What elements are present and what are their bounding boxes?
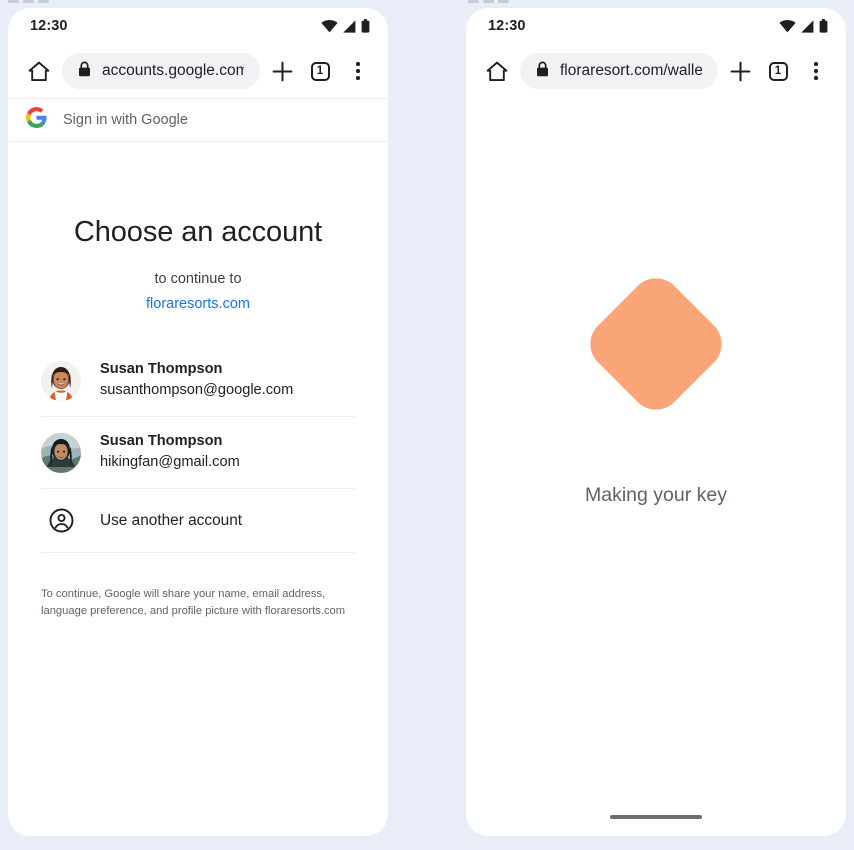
phone-screen-right: 12:30 floraresort.com/wallet- 1 Making y… [466,8,846,836]
crumb-mark [8,0,19,3]
cropped-status-bar-remnant-right [468,0,509,5]
overflow-menu-icon[interactable] [800,54,832,88]
account-name: Susan Thompson [100,361,223,377]
use-another-account-button[interactable]: Use another account [41,489,355,554]
account-name: Susan Thompson [100,433,223,450]
status-time: 12:30 [30,18,68,34]
google-g-icon [26,107,47,133]
lock-icon [536,61,549,82]
use-another-account-label: Use another account [100,511,243,529]
home-icon[interactable] [480,54,514,88]
wifi-icon [321,19,338,33]
account-option-1[interactable]: Susan Thompson hikingfan@gmail.com [41,417,355,490]
crumb-mark [468,0,479,3]
dot [814,62,818,66]
tab-count-value: 1 [310,61,330,81]
cell-signal-icon [343,19,356,33]
status-time: 12:30 [488,18,526,34]
home-indicator [610,815,702,819]
overflow-dots [356,62,360,80]
cropped-status-bar-remnant-left [8,0,49,5]
crumb-mark [498,0,509,3]
battery-icon [361,19,370,33]
plus-icon[interactable] [724,54,756,88]
account-list: Susan Thompson susanthompson@google.com [41,345,355,554]
continue-to-label: to continue to [154,271,242,287]
tab-count-button[interactable]: 1 [304,54,336,88]
home-icon[interactable] [22,54,56,88]
avatar [41,432,81,473]
dot [356,62,360,66]
dot [356,69,360,73]
rounded-diamond-key-icon [579,267,733,421]
status-bar-left: 12:30 [8,8,388,44]
making-key-screen: Making your key [466,98,846,836]
status-icon-group [321,19,370,33]
crumb-mark [483,0,494,3]
dot [814,76,818,80]
overflow-menu-icon[interactable] [342,54,374,88]
battery-icon [819,19,828,33]
account-text: Susan Thompson hikingfan@gmail.com [100,431,240,474]
browser-toolbar-right: floraresort.com/wallet- 1 [466,44,846,98]
app-domain-link[interactable]: floraresorts.com [41,296,355,312]
url-bar-right[interactable]: floraresort.com/wallet- [520,53,718,89]
sign-in-with-google-label: Sign in with Google [63,112,188,128]
status-bar-right: 12:30 [466,8,846,44]
account-text: Susan Thompson susanthompson@google.com [100,359,293,402]
sign-in-with-google-header: Sign in with Google [8,98,388,142]
phone-screen-left: 12:30 accounts.google.com 1 Sign in with… [8,8,388,836]
account-circle-icon [41,508,81,533]
dot [814,69,818,73]
browser-toolbar-left: accounts.google.com/o/ 1 [8,44,388,98]
account-option-0[interactable]: Susan Thompson susanthompson@google.com [41,345,355,418]
cell-signal-icon [801,19,814,33]
crumb-mark [23,0,34,3]
lock-icon [78,61,91,82]
choose-account-page: Choose an account to continue to florare… [8,216,388,621]
page-title: Choose an account [73,216,323,248]
avatar [41,360,81,401]
url-bar-left[interactable]: accounts.google.com/o/ [62,53,260,89]
making-key-label: Making your key [585,484,727,506]
wifi-icon [779,19,796,33]
overflow-dots [814,62,818,80]
share-disclaimer: To continue, Google will share your name… [41,588,346,618]
status-icon-group [779,19,828,33]
account-email: susanthompson@google.com [100,382,294,399]
tab-count-value: 1 [768,61,788,81]
account-email: hikingfan@gmail.com [100,454,240,471]
url-text: accounts.google.com/o/ [102,62,244,79]
plus-icon[interactable] [266,54,298,88]
tab-count-button[interactable]: 1 [762,54,794,88]
dot [356,76,360,80]
crumb-mark [38,0,49,3]
url-text: floraresort.com/wallet- [560,62,702,79]
